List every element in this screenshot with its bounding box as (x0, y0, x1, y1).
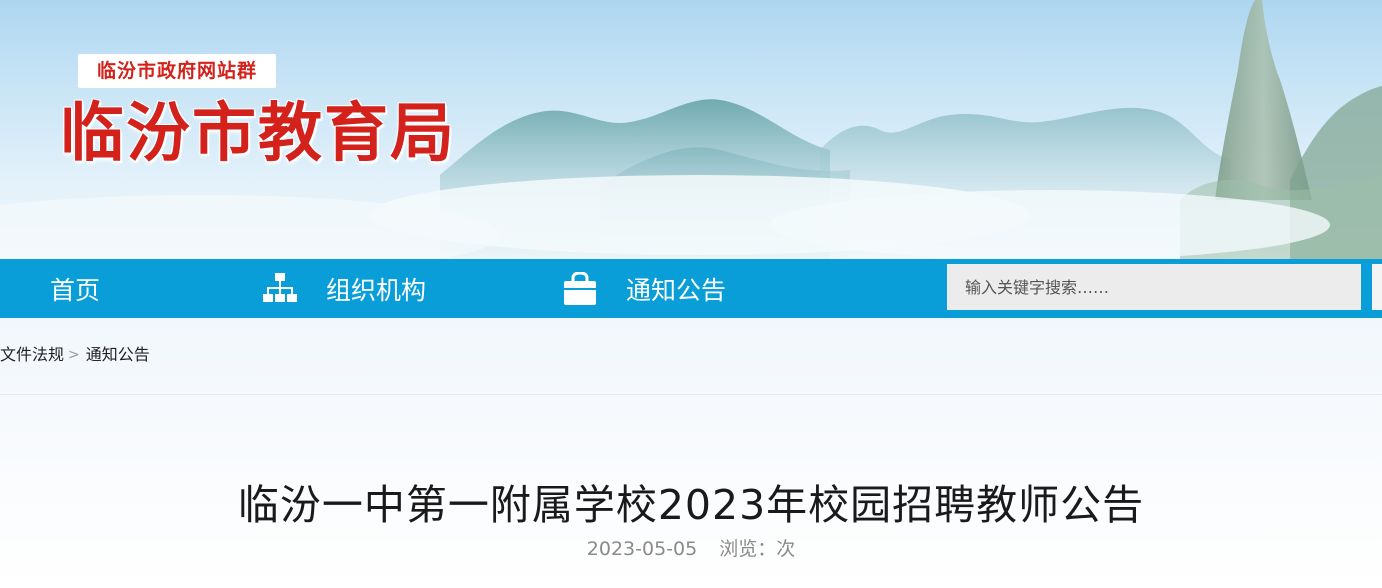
nav-item-organization[interactable]: 组织机构 (262, 259, 426, 318)
divider (0, 394, 1382, 395)
nav-item-label: 组织机构 (326, 275, 427, 305)
view-count: 浏览：次 (719, 538, 796, 560)
bag-icon (562, 271, 598, 306)
article-title: 临汾一中第一附属学校2023年校园招聘教师公告 (237, 481, 1145, 530)
site-title[interactable]: 临汾市教育局 (60, 96, 456, 172)
publish-date: 2023-05-05 (586, 538, 698, 560)
breadcrumb-separator: > (68, 347, 80, 363)
nav-item-label: 首页 (50, 275, 101, 305)
breadcrumb-item-regulations[interactable]: 文件法规 (0, 343, 64, 367)
site-group-label[interactable]: 临汾市政府网站群 (78, 54, 276, 88)
header-banner: 临汾市政府网站群 临汾市教育局 (0, 0, 1382, 259)
article-meta: 2023-05-05 浏览：次 (0, 536, 1382, 562)
breadcrumb-item-notices[interactable]: 通知公告 (86, 343, 150, 367)
nav-item-label: 通知公告 (626, 275, 727, 305)
org-chart-icon (262, 272, 298, 306)
search-button[interactable] (1372, 264, 1382, 310)
nav-item-home[interactable]: 首页 (50, 259, 100, 318)
nav-item-notice[interactable]: 通知公告 (562, 259, 726, 318)
breadcrumb: 文件法规 > 通知公告 (0, 343, 150, 367)
search-input[interactable] (947, 264, 1361, 310)
